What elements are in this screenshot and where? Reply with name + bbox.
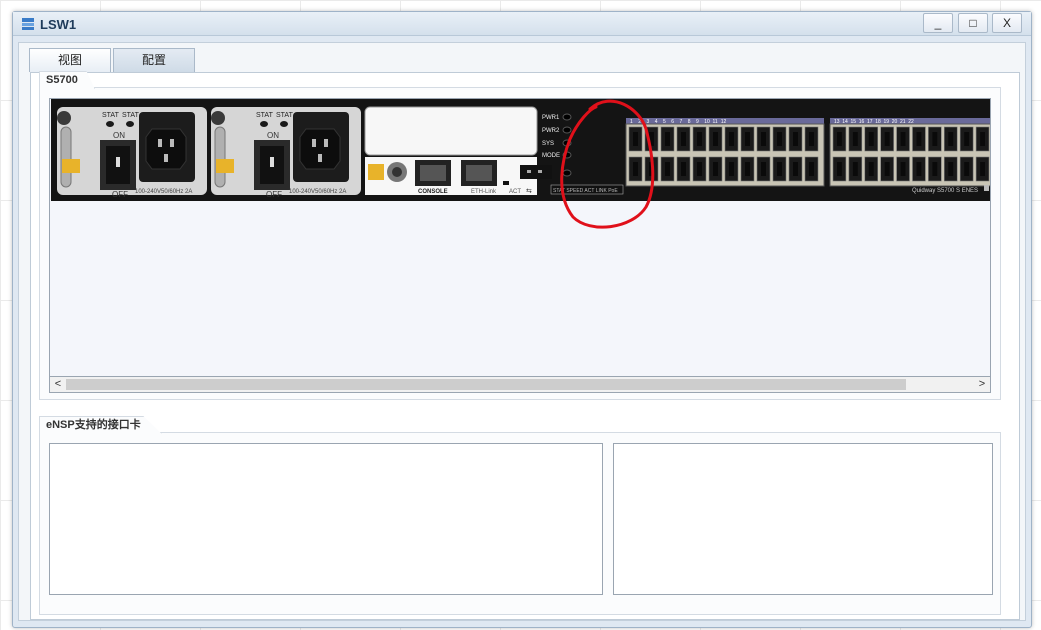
switch-on-label: ON	[267, 131, 279, 140]
usb-icon: ⇆	[526, 188, 532, 195]
ethernet-port-socket	[633, 162, 638, 176]
window-content: 视图 配置 S5700 STAT STAT ON OFF 100-240V50/…	[18, 42, 1026, 621]
port-group-a: 1 2 3 4 5 6 7 8 9 10 11 12	[625, 118, 825, 187]
tab-config[interactable]: 配置	[113, 48, 195, 72]
ethernet-port-socket	[948, 132, 954, 146]
device-window: LSW1 _ □ X 视图 配置 S5700 STAT STAT ON OFF …	[12, 11, 1032, 628]
stat-label: STAT	[122, 112, 140, 119]
ethernet-port-socket	[980, 132, 985, 146]
ethernet-port-socket	[809, 162, 814, 176]
ethernet-port-socket	[777, 162, 782, 176]
ethernet-port-socket	[964, 162, 970, 176]
switch-app-icon	[22, 18, 34, 30]
led-label: PWR1	[542, 115, 560, 121]
ethernet-port-socket	[868, 132, 874, 146]
blank-slot	[364, 106, 538, 156]
ethernet-port-socket	[697, 162, 702, 176]
ethernet-port-socket	[809, 132, 814, 146]
config-tab-panel: S5700 STAT STAT ON OFF 100-240V50/60Hz 2…	[30, 71, 1020, 620]
ethernet-port-socket	[745, 162, 750, 176]
ethernet-port-socket	[980, 162, 985, 176]
model-label: Quidway S5700 S ENES	[912, 188, 978, 194]
scroll-left-arrow[interactable]: <	[50, 377, 66, 392]
scroll-right-arrow[interactable]: >	[974, 377, 990, 392]
ethernet-port-socket	[932, 132, 938, 146]
ethernet-port-socket	[681, 162, 686, 176]
interface-card-preview	[613, 443, 993, 595]
led-label: SYS	[542, 141, 554, 147]
led-label: PWR2	[542, 128, 560, 134]
ethernet-port-socket	[697, 132, 702, 146]
ethernet-port-socket	[916, 162, 922, 176]
switch-on-label: ON	[113, 131, 125, 140]
ethernet-port-socket	[948, 162, 954, 176]
interface-card-group: eNSP支持的接口卡	[39, 416, 1001, 615]
power-module-1[interactable]: STAT STAT ON OFF 100-240V50/60Hz 2A	[57, 107, 207, 199]
ethernet-port-socket	[932, 162, 938, 176]
switch-front-panel: STAT STAT ON OFF 100-240V50/60Hz 2A STAT…	[51, 99, 990, 229]
ethernet-port-socket	[884, 132, 890, 146]
ethernet-port-socket	[868, 162, 874, 176]
minimize-button[interactable]: _	[923, 13, 953, 33]
ethernet-port-socket	[964, 132, 970, 146]
ethernet-port-socket	[777, 132, 782, 146]
act-label: ACT	[509, 189, 521, 195]
ethernet-port-socket	[837, 162, 842, 176]
interface-card-group-title: eNSP支持的接口卡	[39, 416, 162, 434]
power-module-2[interactable]: STAT STAT ON OFF 100-240V50/60Hz 2A	[211, 107, 361, 199]
maximize-button[interactable]: □	[958, 13, 988, 33]
ethernet-port-socket	[729, 132, 734, 146]
ethernet-port-socket	[837, 132, 842, 146]
management-area: CONSOLE ETH-Link ACT ⇆	[364, 106, 552, 195]
ethernet-port-socket	[713, 162, 718, 176]
ethernet-port-socket	[633, 132, 638, 146]
ethernet-port-socket	[729, 162, 734, 176]
rating-label: 100-240V50/60Hz 2A	[289, 189, 346, 195]
ethernet-port-socket	[761, 132, 766, 146]
device-view: STAT STAT ON OFF 100-240V50/60Hz 2A STAT…	[49, 98, 991, 377]
interface-card-list[interactable]	[49, 443, 603, 595]
scroll-thumb[interactable]	[66, 379, 906, 390]
ethernet-port-socket	[793, 132, 798, 146]
window-title: LSW1	[40, 17, 77, 32]
ethernet-port-socket	[900, 162, 906, 176]
usb-port[interactable]	[520, 165, 552, 179]
stat-label: STAT	[276, 112, 294, 119]
device-group-title: S5700	[39, 71, 95, 89]
stat-label: STAT	[256, 112, 274, 119]
ethernet-port-socket	[761, 162, 766, 176]
ethernet-port-socket	[852, 162, 858, 176]
ethernet-port-socket	[681, 132, 686, 146]
rating-label: 100-240V50/60Hz 2A	[135, 189, 192, 195]
horizontal-scrollbar[interactable]: < >	[49, 377, 991, 393]
ethernet-port-socket	[900, 132, 906, 146]
ethernet-port-socket	[713, 132, 718, 146]
close-button[interactable]: X	[992, 13, 1022, 33]
device-group: S5700 STAT STAT ON OFF 100-240V50/60Hz 2…	[39, 71, 1001, 400]
warning-icon	[368, 164, 384, 180]
switch-off-label: OFF	[112, 190, 128, 199]
ethernet-port-socket	[793, 162, 798, 176]
stat-label: STAT	[102, 112, 120, 119]
port-group-b: 13 14 15 16 17 18 19 20 21 22	[829, 118, 990, 187]
ethernet-port-socket	[852, 132, 858, 146]
ethernet-port-socket	[884, 162, 890, 176]
tab-view[interactable]: 视图	[29, 48, 111, 72]
console-label: CONSOLE	[418, 189, 448, 195]
title-bar[interactable]: LSW1 _ □ X	[13, 12, 1031, 36]
ethernet-port-socket	[665, 132, 670, 146]
eth-link-label: ETH-Link	[471, 189, 497, 195]
ethernet-port-socket	[745, 132, 750, 146]
ethernet-port-socket	[665, 162, 670, 176]
switch-off-label: OFF	[266, 190, 282, 199]
ethernet-port-socket	[916, 132, 922, 146]
led-label: MODE	[542, 153, 560, 159]
